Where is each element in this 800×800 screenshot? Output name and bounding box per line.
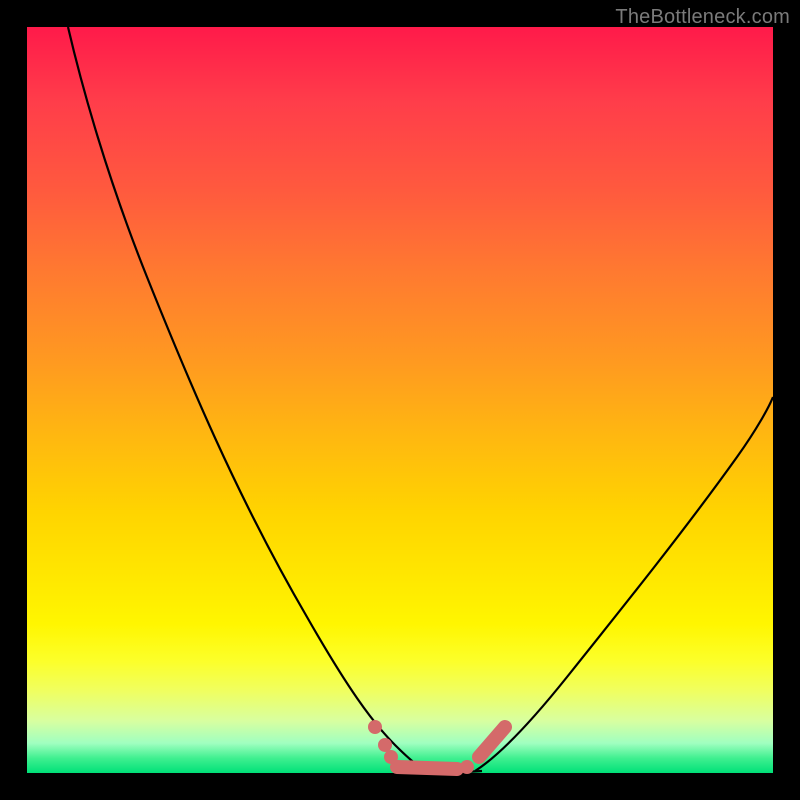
curve-left-branch (68, 27, 427, 771)
marker-dot (460, 760, 474, 774)
marker-group (368, 720, 505, 774)
chart-stage: TheBottleneck.com (0, 0, 800, 800)
plot-area (27, 27, 773, 773)
marker-segment-floor (397, 767, 457, 769)
marker-dot (378, 738, 392, 752)
chart-svg (27, 27, 773, 773)
curve-right-branch (475, 397, 773, 771)
watermark-text: TheBottleneck.com (615, 6, 790, 29)
marker-dot (384, 750, 398, 764)
marker-segment-rise (479, 727, 505, 757)
marker-dot (368, 720, 382, 734)
